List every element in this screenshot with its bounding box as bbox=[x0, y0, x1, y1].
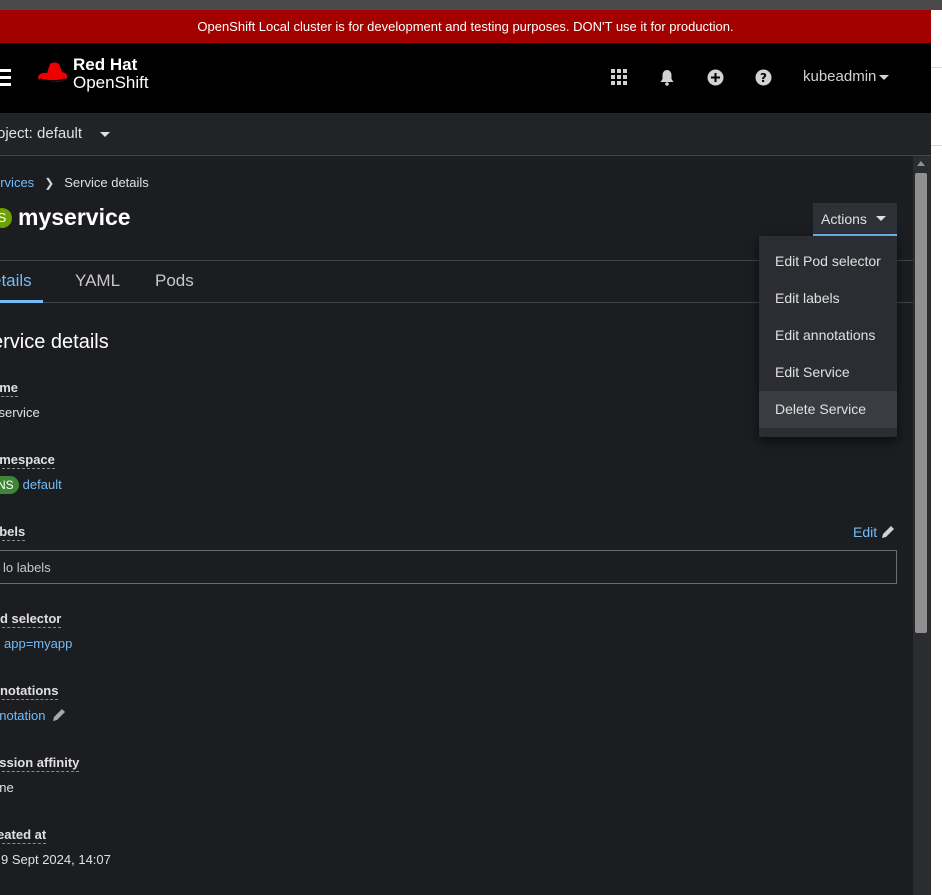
system-banner: OpenShift Local cluster is for developme… bbox=[0, 10, 931, 43]
project-bar: roject: default bbox=[0, 113, 931, 156]
redhat-openshift-logo[interactable]: Red Hat OpenShift bbox=[35, 56, 149, 92]
namespace-label: amespace bbox=[0, 452, 55, 469]
chevron-right-icon: ❯ bbox=[44, 176, 55, 190]
tab-details[interactable]: etails bbox=[0, 271, 32, 291]
created-at-value: 9 Sept 2024, 14:07 bbox=[0, 852, 111, 867]
actions-dropdown-button[interactable]: Actions bbox=[813, 203, 897, 236]
menu-item-edit-pod-selector[interactable]: Edit Pod selector bbox=[759, 243, 897, 280]
project-label: roject: default bbox=[0, 125, 83, 142]
menu-item-edit-labels[interactable]: Edit labels bbox=[759, 280, 897, 317]
annotations-value: nnotation bbox=[0, 708, 46, 723]
menu-item-delete-service[interactable]: Delete Service bbox=[759, 391, 897, 428]
labels-label: abels bbox=[0, 524, 26, 541]
chevron-down-icon bbox=[879, 74, 890, 80]
menu-item-edit-annotations[interactable]: Edit annotations bbox=[759, 317, 897, 354]
created-at-label: reated at bbox=[0, 827, 47, 844]
name-value: yservice bbox=[0, 405, 40, 420]
bell-icon[interactable] bbox=[657, 67, 677, 87]
service-badge: S bbox=[0, 207, 12, 228]
breadcrumb-services-link[interactable]: ervices bbox=[0, 175, 34, 190]
scroll-up-arrow-icon[interactable] bbox=[917, 161, 925, 166]
labels-edit-button[interactable]: Edit bbox=[853, 524, 895, 540]
actions-label: Actions bbox=[821, 210, 867, 227]
section-title: ervice details bbox=[0, 331, 109, 353]
caret-down-icon bbox=[875, 216, 886, 221]
labels-edit-label: Edit bbox=[853, 524, 878, 540]
namespace-link[interactable]: default bbox=[23, 477, 62, 492]
masthead: Red Hat OpenShift ? kubeadmin bbox=[0, 43, 931, 113]
tab-pods[interactable]: Pods bbox=[155, 271, 194, 291]
tab-yaml[interactable]: YAML bbox=[75, 271, 120, 291]
redhat-fedora-icon bbox=[38, 62, 68, 82]
breadcrumb-current: Service details bbox=[64, 175, 149, 190]
vertical-scrollbar[interactable] bbox=[913, 156, 931, 895]
annotations-label: nnotations bbox=[0, 683, 59, 700]
pod-selector-link[interactable]: app=myapp bbox=[0, 636, 72, 651]
namespace-badge: NS bbox=[0, 476, 19, 494]
grid-icon[interactable] bbox=[609, 67, 629, 87]
logo-line-1: Red Hat bbox=[73, 55, 138, 74]
menu-item-edit-service[interactable]: Edit Service bbox=[759, 354, 897, 391]
active-tab-indicator bbox=[0, 300, 43, 303]
resource-name: myservice bbox=[18, 204, 131, 230]
help-icon[interactable]: ? bbox=[753, 67, 773, 87]
pencil-icon bbox=[882, 526, 895, 538]
caret-down-icon bbox=[100, 131, 111, 137]
breadcrumb: ervices ❯ Service details bbox=[0, 175, 149, 190]
banner-text: OpenShift Local cluster is for developme… bbox=[197, 19, 734, 34]
pod-selector-value: app=myapp bbox=[4, 636, 73, 651]
user-menu[interactable]: kubeadmin bbox=[803, 68, 890, 85]
name-label: ame bbox=[0, 380, 19, 397]
user-name: kubeadmin bbox=[803, 68, 877, 85]
session-affinity-label: ession affinity bbox=[0, 755, 80, 772]
pod-selector-label: od selector bbox=[0, 611, 62, 628]
hamburger-menu-icon[interactable] bbox=[0, 69, 11, 87]
actions-menu: Edit Pod selector Edit labels Edit annot… bbox=[759, 236, 897, 437]
page-title: S myservice bbox=[0, 204, 131, 231]
annotations-link[interactable]: nnotation bbox=[0, 708, 66, 723]
labels-empty-text: lo labels bbox=[3, 560, 51, 575]
svg-text:?: ? bbox=[760, 71, 767, 85]
project-selector[interactable]: roject: default bbox=[0, 125, 111, 142]
session-affinity-value: one bbox=[0, 780, 14, 795]
created-at-text: 9 Sept 2024, 14:07 bbox=[1, 852, 111, 867]
namespace-value: NS default bbox=[0, 476, 62, 494]
logo-line-2: OpenShift bbox=[73, 73, 149, 92]
labels-box: lo labels bbox=[0, 550, 897, 584]
plus-circle-icon[interactable] bbox=[705, 67, 725, 87]
scrollbar-thumb[interactable] bbox=[915, 173, 927, 633]
window-top-strip bbox=[0, 0, 942, 10]
pencil-icon bbox=[53, 709, 66, 721]
window-right-edge bbox=[931, 10, 942, 895]
